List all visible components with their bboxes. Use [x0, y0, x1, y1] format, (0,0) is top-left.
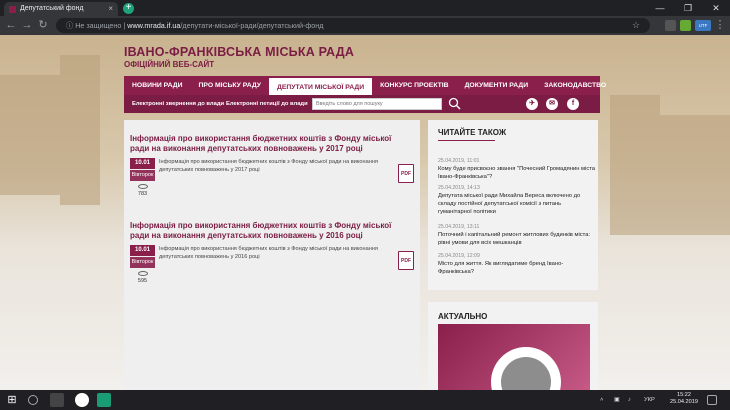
site-favicon-icon: [9, 6, 16, 13]
chrome-icon[interactable]: [75, 393, 89, 407]
site-subtitle: ОФІЦІЙНИЙ ВЕБ-САЙТ: [124, 60, 215, 69]
background-building: [0, 75, 60, 195]
address-bar[interactable]: ⓘ Не защищено | www.mrada.if.ua/депутати…: [56, 18, 650, 33]
menu-item-documents[interactable]: ДОКУМЕНТИ РАДИ: [457, 76, 537, 95]
back-icon[interactable]: ←: [4, 18, 18, 32]
news-title[interactable]: Поточний і капітальний ремонт житлових б…: [438, 231, 596, 247]
search-icon[interactable]: [28, 395, 38, 405]
web-page: ІВАНО-ФРАНКІВСЬКА МІСЬКА РАДА ОФІЦІЙНИЙ …: [0, 35, 730, 390]
read-also-heading: ЧИТАЙТЕ ТАКОЖ: [438, 128, 507, 137]
mail-icon[interactable]: ✉: [546, 98, 558, 110]
views-eye-icon: [137, 184, 148, 189]
security-label: Не защищено: [75, 21, 122, 30]
news-item[interactable]: 25.04.2019, 12:09 Місто для життя. Як ви…: [438, 253, 596, 276]
window-close-icon[interactable]: ✕: [702, 0, 730, 16]
article-date: 10.01: [130, 245, 155, 256]
extension-icon[interactable]: [680, 20, 691, 31]
link-electronic-petitions[interactable]: Електронні петиції до влади: [226, 95, 308, 113]
article-title[interactable]: Інформація про використання бюджетних ко…: [130, 221, 412, 241]
minimize-icon[interactable]: —: [646, 0, 674, 16]
menu-item-about[interactable]: ПРО МІСЬКУ РАДУ: [191, 76, 270, 95]
menu-item-news[interactable]: НОВИНИ РАДИ: [124, 76, 191, 95]
browser-app-icon[interactable]: [97, 393, 111, 407]
sub-menu: Електронні звернення до влади Електронні…: [124, 95, 600, 113]
menu-item-deputies[interactable]: ДЕПУТАТИ МІСЬКОЇ РАДИ: [269, 76, 373, 95]
url-path: /депутати-міської-ради/депутатський-фонд: [180, 21, 324, 30]
url-host: www.mrada.if.ua: [127, 21, 181, 30]
main-content: Інформація про використання бюджетних ко…: [124, 120, 420, 390]
tab-close-icon[interactable]: ×: [108, 2, 113, 16]
background-building: [610, 95, 660, 235]
news-title[interactable]: Депутата міської ради Михайла Вереса вкл…: [438, 192, 596, 216]
clock-date: 25.04.2019: [670, 399, 698, 405]
profile-badge[interactable]: UTF: [695, 20, 711, 31]
article-date: 10.01: [130, 158, 155, 169]
network-icon[interactable]: ▣: [614, 390, 619, 410]
menu-item-legislation[interactable]: ЗАКОНОДАВСТВО: [536, 76, 614, 95]
article-weekday: Вівторок: [130, 257, 155, 268]
info-icon: ⓘ: [66, 21, 76, 30]
main-menu: НОВИНИ РАДИ ПРО МІСЬКУ РАДУ ДЕПУТАТИ МІС…: [124, 76, 606, 95]
telegram-icon[interactable]: ✈: [526, 98, 538, 110]
browser-tab[interactable]: Депутатський фонд ×: [4, 2, 118, 16]
pdf-icon[interactable]: PDF: [398, 251, 414, 270]
facebook-icon[interactable]: f: [567, 98, 579, 110]
link-electronic-appeals[interactable]: Електронні звернення до влади: [132, 95, 224, 113]
menu-kebab-icon[interactable]: ⋮: [713, 18, 727, 32]
site-title[interactable]: ІВАНО-ФРАНКІВСЬКА МІСЬКА РАДА: [124, 45, 354, 59]
news-time: 25.04.2019, 14:13: [438, 185, 480, 191]
heading-underline: [438, 140, 495, 141]
article-item: Інформація про використання бюджетних ко…: [130, 134, 414, 197]
pdf-icon[interactable]: PDF: [398, 164, 414, 183]
news-title[interactable]: Місто для життя. Як виглядатиме бренд Ів…: [438, 260, 596, 276]
bookmark-star-icon[interactable]: ☆: [632, 18, 640, 33]
news-item[interactable]: 25.04.2019, 13:11 Поточний і капітальний…: [438, 224, 596, 247]
article-title[interactable]: Інформація про використання бюджетних ко…: [130, 134, 412, 154]
menu-item-projects[interactable]: КОНКУРС ПРОЕКТІВ: [372, 76, 456, 95]
tray-up-icon[interactable]: ˄: [600, 390, 603, 410]
news-title[interactable]: Кому буде присвоєно звання "Почесний Гро…: [438, 165, 596, 181]
date-box: 10.01 Вівторок 595: [130, 245, 155, 284]
news-time: 25.04.2019, 11:01: [438, 158, 480, 164]
news-time: 25.04.2019, 12:09: [438, 253, 480, 259]
date-box: 10.01 Вівторок 783: [130, 158, 155, 197]
maximize-icon[interactable]: ❐: [674, 0, 702, 16]
reload-icon[interactable]: ↻: [36, 18, 50, 32]
search-input[interactable]: [312, 98, 442, 110]
news-item[interactable]: 25.04.2019, 14:13 Депутата міської ради …: [438, 185, 596, 216]
views-eye-icon: [137, 271, 148, 276]
tab-title: Депутатський фонд: [20, 5, 84, 12]
article-description: Інформація про використання бюджетних ко…: [159, 246, 378, 260]
article-views: 595: [137, 278, 148, 284]
clock[interactable]: 15:22 25.04.2019: [668, 392, 700, 406]
browser-toolbar: ← → ↻ ⓘ Не защищено | www.mrada.if.ua/де…: [0, 16, 730, 35]
language-indicator[interactable]: УКР: [644, 390, 655, 410]
read-also-panel: ЧИТАЙТЕ ТАКОЖ 25.04.2019, 11:01 Кому буд…: [428, 120, 598, 290]
article-description: Інформація про використання бюджетних ко…: [159, 159, 378, 173]
taskbar: ⊞ ˄ ▣ ♪ УКР 15:22 25.04.2019: [0, 390, 730, 410]
browser-tab-strip: Депутатський фонд × + — ❐ ✕: [0, 0, 730, 16]
search-icon[interactable]: [448, 97, 461, 110]
clock-time: 15:22: [677, 392, 691, 398]
notifications-icon[interactable]: [707, 395, 717, 405]
article-weekday: Вівторок: [130, 170, 155, 181]
news-time: 25.04.2019, 13:11: [438, 224, 480, 230]
actual-panel: АКТУАЛЬНО: [428, 302, 598, 390]
task-view-icon[interactable]: [50, 393, 64, 407]
windows-start-icon[interactable]: ⊞: [5, 393, 19, 407]
forward-icon[interactable]: →: [20, 18, 34, 32]
volume-icon[interactable]: ♪: [628, 390, 631, 410]
background-building: [60, 55, 100, 205]
news-item[interactable]: 25.04.2019, 11:01 Кому буде присвоєно зв…: [438, 158, 596, 181]
article-item: Інформація про використання бюджетних ко…: [130, 221, 414, 284]
new-tab-button[interactable]: +: [123, 3, 134, 14]
article-views: 783: [137, 191, 148, 197]
background-building: [660, 115, 730, 235]
actual-heading: АКТУАЛЬНО: [438, 312, 488, 321]
extension-icon[interactable]: [665, 20, 676, 31]
